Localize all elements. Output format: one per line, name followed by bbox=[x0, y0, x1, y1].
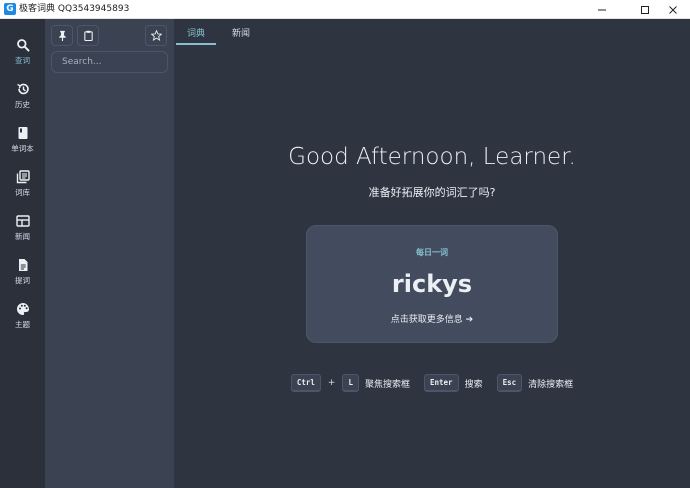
active-tab-indicator bbox=[176, 43, 216, 45]
nav-label: 提词 bbox=[15, 276, 30, 285]
pin-button[interactable] bbox=[51, 25, 73, 46]
nav-item-lookup[interactable]: 查词 bbox=[0, 38, 45, 78]
greeting-heading: Good Afternoon, Learner. bbox=[288, 144, 576, 170]
tab-news[interactable]: 新闻 bbox=[232, 26, 250, 39]
greeting-subtitle: 准备好拓展你的词汇了吗? bbox=[368, 186, 496, 199]
title-bar: G 极客词典 QQ3543945893 bbox=[0, 0, 690, 19]
window-title: 极客词典 QQ3543945893 bbox=[19, 4, 130, 14]
close-button[interactable] bbox=[656, 0, 690, 19]
kbd-l: L bbox=[342, 374, 359, 392]
side-panel bbox=[45, 19, 174, 488]
word-of-the-day-word: rickys bbox=[391, 270, 473, 298]
kbd-esc: Esc bbox=[496, 374, 523, 392]
book-icon bbox=[18, 127, 27, 139]
favorite-button[interactable] bbox=[145, 25, 167, 46]
shortcut-search-text: 搜索 bbox=[464, 379, 483, 390]
document-icon bbox=[18, 259, 27, 271]
nav-label: 词库 bbox=[15, 188, 30, 197]
word-of-the-day-card[interactable]: 每日一词 rickys 点击获取更多信息 ➔ bbox=[306, 225, 558, 343]
maximize-icon bbox=[641, 5, 649, 14]
close-icon bbox=[669, 5, 677, 14]
more-info-link[interactable]: 点击获取更多信息 ➔ bbox=[307, 312, 557, 325]
nav-label: 查词 bbox=[15, 56, 30, 65]
clipboard-button[interactable] bbox=[77, 25, 99, 46]
nav-item-history[interactable]: 历史 bbox=[0, 82, 45, 122]
pin-icon bbox=[58, 30, 66, 41]
nav-item-extract[interactable]: 提词 bbox=[0, 258, 45, 298]
kbd-plus: + bbox=[327, 378, 336, 388]
left-nav: 查词 历史 单词本 词库 新闻 提词 主题 bbox=[0, 19, 45, 488]
nav-label: 主题 bbox=[15, 320, 30, 329]
minimize-button[interactable] bbox=[585, 0, 619, 19]
app-logo: G bbox=[4, 3, 16, 15]
word-of-the-day-label: 每日一词 bbox=[416, 248, 448, 257]
star-icon bbox=[150, 30, 162, 41]
newspaper-icon bbox=[15, 215, 30, 227]
nav-item-news[interactable]: 新闻 bbox=[0, 214, 45, 254]
nav-item-theme[interactable]: 主题 bbox=[0, 302, 45, 342]
nav-label: 单词本 bbox=[11, 144, 34, 153]
minimize-icon bbox=[598, 9, 606, 10]
clipboard-icon bbox=[83, 30, 93, 41]
kbd-ctrl: Ctrl bbox=[290, 374, 321, 392]
search-icon bbox=[16, 39, 29, 52]
kbd-enter: Enter bbox=[423, 374, 459, 392]
main-content: 词典 新闻 Good Afternoon, Learner. 准备好拓展你的词汇… bbox=[174, 19, 690, 488]
palette-icon bbox=[16, 303, 29, 315]
tab-dictionary[interactable]: 词典 bbox=[187, 26, 205, 39]
search-input[interactable] bbox=[51, 51, 168, 73]
keyboard-shortcuts: Ctrl + L 聚焦搜索框 Enter 搜索 Esc 清除搜索框 bbox=[174, 374, 690, 392]
library-icon bbox=[16, 170, 30, 184]
shortcut-focus-text: 聚焦搜索框 bbox=[364, 379, 410, 390]
nav-label: 新闻 bbox=[15, 232, 30, 241]
nav-label: 历史 bbox=[15, 100, 30, 109]
nav-item-wordbook[interactable]: 单词本 bbox=[0, 126, 45, 166]
shortcut-clear-text: 清除搜索框 bbox=[528, 379, 574, 390]
nav-item-library[interactable]: 词库 bbox=[0, 170, 45, 210]
history-icon bbox=[16, 83, 29, 95]
